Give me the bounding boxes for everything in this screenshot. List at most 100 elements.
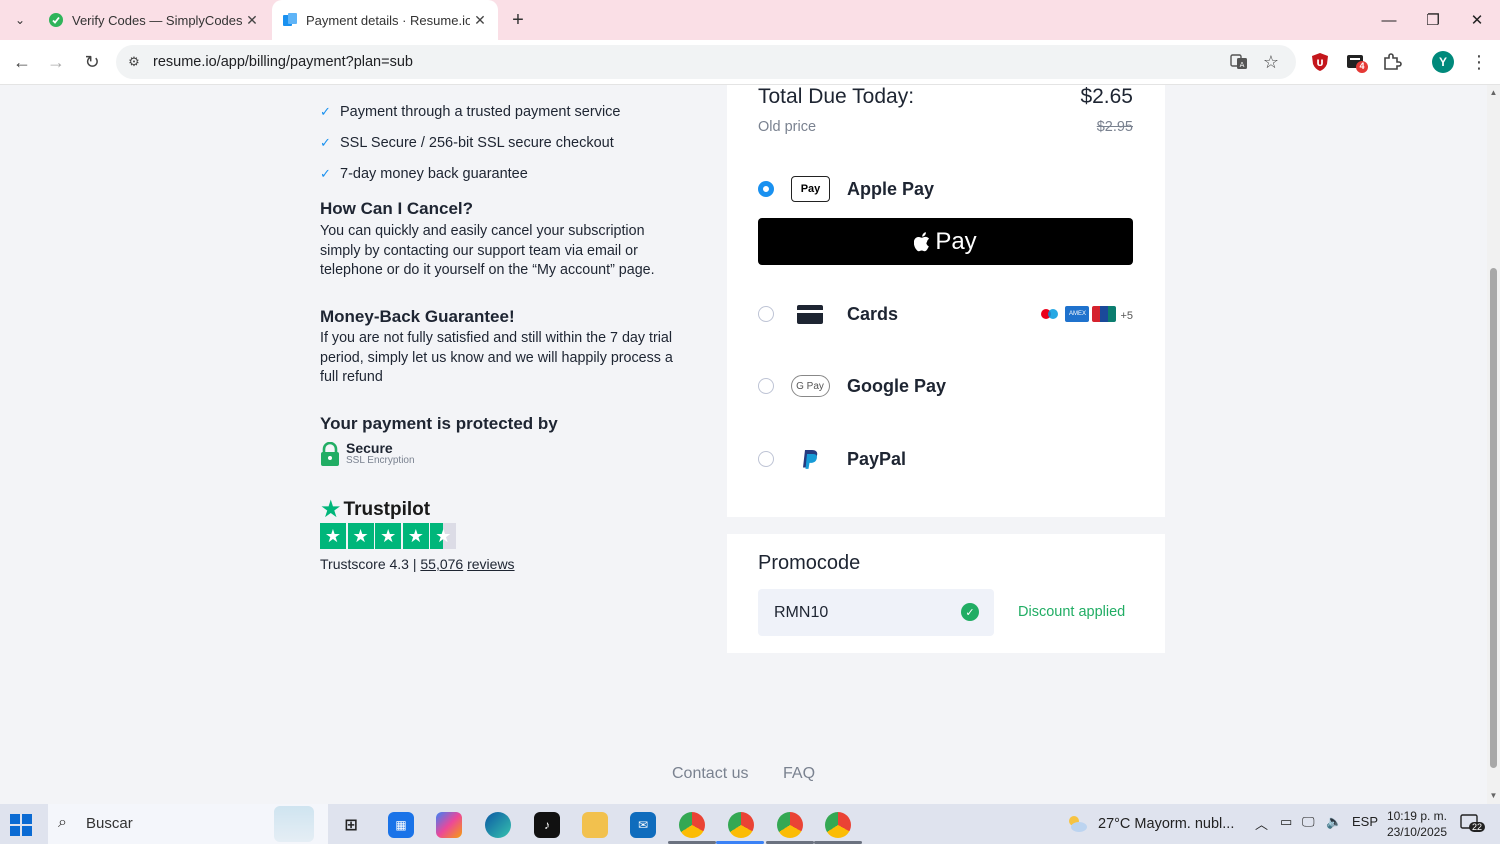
copilot-icon[interactable] — [436, 812, 462, 838]
reviews-count-link[interactable]: 55,076 — [420, 556, 463, 572]
tiktok-icon[interactable]: ♪ — [534, 812, 560, 838]
chrome-icon[interactable] — [728, 812, 754, 838]
task-view-icon[interactable]: ⊞ — [338, 812, 364, 838]
minimize-icon[interactable]: — — [1366, 0, 1412, 40]
feature-item: ✓ Payment through a trusted payment serv… — [320, 104, 620, 120]
taskbar-search-text[interactable]: Buscar — [86, 815, 133, 832]
tab-simplycodes[interactable]: Verify Codes — SimplyCodes ✕ — [38, 0, 270, 40]
edge-icon[interactable] — [485, 812, 511, 838]
radio-selected[interactable] — [758, 181, 774, 197]
file-explorer-icon[interactable] — [582, 812, 608, 838]
secure-subtitle: SSL Encryption — [346, 455, 415, 466]
tray-chevron-icon[interactable]: ︿ — [1255, 814, 1268, 833]
radio-unselected[interactable] — [758, 378, 774, 394]
secure-badge: Secure SSL Encryption — [320, 441, 415, 467]
close-tab-icon[interactable]: ✕ — [470, 10, 490, 30]
checkmark-icon: ✓ — [320, 135, 331, 150]
new-tab-button[interactable]: + — [506, 8, 530, 32]
chrome-icon[interactable] — [825, 812, 851, 838]
payment-method-google-pay[interactable]: G Pay Google Pay — [758, 371, 1133, 401]
apple-pay-button-text: Pay — [935, 227, 977, 255]
url-text[interactable]: resume.io/app/billing/payment?plan=sub — [153, 54, 413, 70]
bookmark-star-icon[interactable]: ☆ — [1260, 51, 1282, 73]
scrollbar-thumb[interactable] — [1490, 268, 1497, 768]
taskbar-search[interactable]: ⌕ Buscar — [48, 804, 328, 844]
reload-icon[interactable]: ↻ — [78, 48, 106, 76]
outlook-icon[interactable]: ✉ — [630, 812, 656, 838]
weather-widget[interactable]: 27°C Mayorm. nubl... — [1066, 814, 1234, 834]
notification-count: 22 — [1469, 822, 1486, 832]
payment-method-label: Apple Pay — [847, 178, 935, 199]
google-pay-icon: G Pay — [790, 373, 830, 399]
rating-half-star-icon: ★ — [430, 523, 457, 549]
network-icon[interactable]: 🖵 — [1302, 814, 1315, 830]
tab-search-chevron-icon[interactable]: ⌄ — [6, 8, 34, 32]
restore-icon[interactable]: ❐ — [1410, 0, 1456, 40]
simplycodes-favicon-icon — [48, 12, 64, 28]
apple-logo-icon — [914, 231, 930, 251]
credit-card-icon — [790, 301, 830, 327]
trustpilot-logo[interactable]: ★ Trustpilot — [320, 495, 430, 524]
extension-count: 4 — [1359, 61, 1365, 71]
radio-unselected[interactable] — [758, 451, 774, 467]
page-scrollbar[interactable]: ▲ ▼ — [1487, 85, 1500, 804]
volume-icon[interactable]: 🔈 — [1326, 814, 1342, 830]
extensions-puzzle-icon[interactable] — [1380, 50, 1404, 74]
browser-menu-icon[interactable]: ⋮ — [1468, 50, 1490, 74]
lock-icon — [321, 441, 339, 466]
cancel-text: You can quickly and easily cancel your s… — [320, 223, 655, 279]
faq-link[interactable]: FAQ — [783, 765, 815, 783]
chrome-icon[interactable] — [679, 812, 705, 838]
payment-method-cards[interactable]: Cards AMEX +5 — [758, 299, 1133, 329]
feature-text: SSL Secure / 256-bit SSL secure checkout — [340, 135, 614, 151]
contact-us-link[interactable]: Contact us — [672, 765, 748, 783]
chrome-icon[interactable] — [777, 812, 803, 838]
checkmark-icon: ✓ — [320, 166, 331, 181]
apple-pay-button[interactable]: Pay — [758, 218, 1133, 265]
trustpilot-rating-stars: ★ ★ ★ ★ ★ — [320, 523, 458, 549]
ublock-extension-icon[interactable]: U — [1308, 50, 1332, 74]
amex-icon: AMEX — [1065, 306, 1090, 322]
rating-star-icon: ★ — [320, 523, 346, 549]
meet-now-icon[interactable]: ▭ — [1280, 814, 1292, 830]
system-clock[interactable]: 10:19 p. m. 23/10/2025 — [1385, 808, 1447, 840]
translate-icon[interactable]: A — [1228, 52, 1250, 72]
scroll-up-arrow-icon[interactable]: ▲ — [1489, 89, 1498, 97]
tab-resume-payment[interactable]: Payment details · Resume.io ✕ — [272, 0, 498, 40]
svg-text:A: A — [1240, 61, 1245, 69]
forward-arrow-icon[interactable]: → — [42, 48, 70, 76]
promocode-value[interactable]: RMN10 — [774, 604, 828, 622]
clock-time: 10:19 p. m. — [1386, 809, 1447, 823]
notifications-icon[interactable]: 22 — [1460, 814, 1488, 836]
radio-unselected[interactable] — [758, 306, 774, 322]
tab-strip: ⌄ Verify Codes — SimplyCodes ✕ Payment d… — [0, 0, 1500, 40]
search-highlight-image — [274, 806, 314, 842]
promocode-input[interactable]: RMN10 ✓ — [758, 589, 994, 636]
address-bar[interactable]: ⚙ resume.io/app/billing/payment?plan=sub… — [116, 45, 1296, 79]
language-indicator[interactable]: ESP — [1352, 814, 1378, 829]
back-arrow-icon[interactable]: ← — [8, 48, 36, 76]
payment-method-label: Cards — [847, 303, 899, 324]
old-price-row: Old price $2.95 — [758, 119, 1133, 135]
secure-title: Secure — [346, 440, 393, 456]
total-due-value: $2.65 — [1080, 85, 1133, 108]
close-tab-icon[interactable]: ✕ — [242, 10, 262, 30]
close-window-icon[interactable]: ✕ — [1454, 0, 1500, 40]
reviews-link[interactable]: reviews — [467, 556, 514, 572]
rating-star-icon: ★ — [347, 523, 374, 549]
page-viewport: ✓ Payment through a trusted payment serv… — [0, 85, 1487, 804]
payment-method-label: Google Pay — [847, 375, 947, 396]
extension-badge-icon[interactable]: 4 — [1345, 50, 1369, 74]
payment-method-apple-pay[interactable]: Pay Apple Pay — [758, 174, 1133, 204]
payment-method-paypal[interactable]: PayPal — [758, 444, 1133, 474]
site-settings-icon[interactable]: ⚙ — [124, 52, 144, 72]
discount-status: Discount applied — [1018, 604, 1126, 620]
store-icon[interactable]: ▦ — [388, 812, 414, 838]
total-due-label: Total Due Today: — [758, 85, 915, 108]
profile-avatar[interactable]: Y — [1432, 51, 1454, 73]
scroll-down-arrow-icon[interactable]: ▼ — [1489, 792, 1498, 800]
google-pay-badge-text: G Pay — [790, 375, 830, 397]
windows-start-icon[interactable] — [10, 814, 32, 836]
rating-star-icon: ★ — [375, 523, 402, 549]
trustpilot-star-icon: ★ — [320, 496, 342, 523]
